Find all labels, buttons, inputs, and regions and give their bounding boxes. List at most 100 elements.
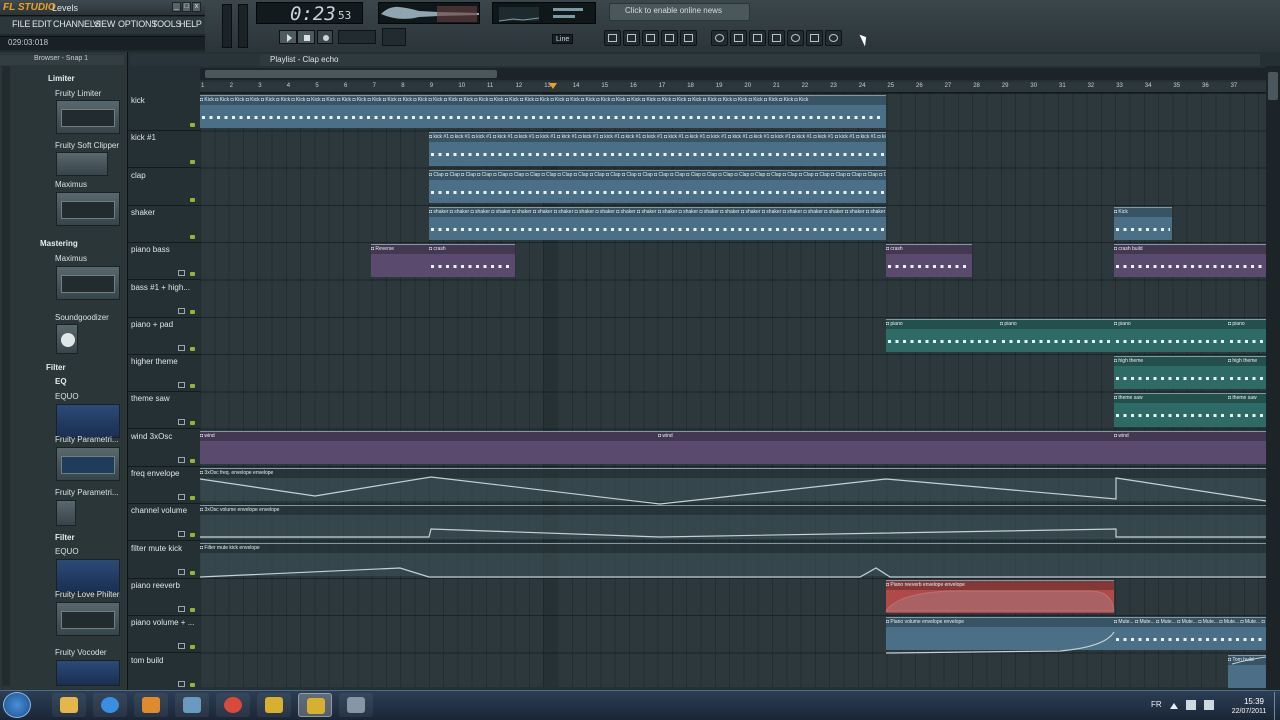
track-label[interactable]: clap — [131, 171, 146, 180]
clip-crash[interactable]: ◘ crash — [429, 244, 515, 278]
track-label[interactable]: piano bass — [131, 245, 170, 254]
track-mute-led[interactable] — [190, 421, 195, 426]
track-label[interactable]: piano volume + ... — [131, 618, 194, 627]
playlist-vscroll-thumb[interactable] — [1268, 72, 1278, 100]
track-mute-led[interactable] — [190, 645, 195, 650]
browser-folder-limiter[interactable]: Limiter — [48, 74, 75, 83]
menu-tools[interactable]: TOOLS — [152, 19, 182, 29]
record-button[interactable] — [317, 30, 333, 44]
browser-scrollbar[interactable] — [2, 66, 10, 686]
browser-item-soundgoodizer[interactable]: Soundgoodizer — [55, 313, 109, 322]
close-button[interactable]: x — [192, 2, 201, 12]
play-button[interactable] — [279, 30, 297, 44]
mixer-button[interactable] — [680, 30, 697, 46]
network-icon[interactable] — [1186, 700, 1196, 710]
track-mute-led[interactable] — [190, 682, 195, 687]
track-label[interactable]: tom build — [131, 656, 163, 665]
browser-item-equo[interactable]: EQUO — [55, 392, 79, 401]
track-mute-led[interactable] — [190, 309, 195, 314]
clip-clap[interactable]: ◘ Clap ◘ Clap ◘ Clap ◘ Clap ◘ Clap ◘ Cla… — [429, 169, 886, 203]
clip-kick[interactable]: ◘ Kick ◘ Kick ◘ Kick ◘ Kick ◘ Kick ◘ Kic… — [200, 95, 886, 129]
track-label[interactable]: filter mute kick — [131, 544, 182, 553]
clip-wind-3[interactable]: ◘ wind — [1114, 430, 1266, 464]
equo-thumb[interactable] — [56, 404, 120, 438]
song-position-marker[interactable] — [549, 83, 557, 89]
track-label[interactable]: bass #1 + high... — [131, 283, 190, 292]
track-mute-led[interactable] — [190, 346, 195, 351]
clip-crash-2[interactable]: ◘ crash — [886, 244, 972, 278]
fruity-love-philter-thumb[interactable] — [56, 602, 120, 636]
track-mute-led[interactable] — [190, 496, 195, 500]
track-mute-led[interactable] — [190, 607, 195, 612]
track-mute-led[interactable] — [190, 123, 195, 127]
fruity-parametric-2-thumb[interactable] — [56, 500, 76, 526]
tempo-display[interactable] — [338, 30, 376, 44]
playlist-scroll-thumb[interactable] — [205, 70, 497, 78]
fruity-vocoder-thumb[interactable] — [56, 660, 120, 686]
track-mute-led[interactable] — [190, 533, 195, 538]
maximize-button[interactable]: □ — [182, 2, 191, 12]
tools-button[interactable] — [768, 30, 785, 46]
track-mute-led[interactable] — [190, 197, 195, 202]
fruity-parametric-1-thumb[interactable] — [56, 447, 120, 481]
track-label[interactable]: kick #1 — [131, 133, 156, 142]
taskbar-fl-studio-2[interactable] — [298, 693, 332, 717]
soundgoodizer-thumb[interactable] — [56, 324, 78, 354]
clip-piano-2[interactable]: ◘ piano — [1000, 318, 1115, 353]
fruity-limiter-thumb[interactable] — [56, 100, 120, 134]
taskbar-app[interactable] — [175, 693, 209, 717]
track-label[interactable]: wind 3xOsc — [131, 432, 172, 441]
fruity-soft-clipper-thumb[interactable] — [56, 152, 108, 176]
master-volume-slider[interactable] — [222, 4, 232, 48]
maximus-thumb[interactable] — [56, 192, 120, 226]
track-mute-led[interactable] — [190, 384, 195, 389]
master-pitch-slider[interactable] — [238, 4, 248, 48]
browser-item-maximus[interactable]: Maximus — [55, 180, 87, 189]
track-label[interactable]: piano reeverb — [131, 581, 180, 590]
menu-view[interactable]: VIEW — [93, 19, 115, 29]
timeline-ruler[interactable] — [200, 82, 1266, 93]
clip-kick-1[interactable]: ◘ kick #1 ◘ kick #1 ◘ kick #1 ◘ kick #1 … — [429, 132, 886, 166]
browser-item-fruity-vocoder[interactable]: Fruity Vocoder — [55, 648, 107, 657]
speaker-icon[interactable] — [1204, 700, 1214, 710]
menu-help[interactable]: HELP — [179, 19, 202, 29]
start-button[interactable] — [3, 692, 31, 718]
taskbar-internet-explorer[interactable] — [93, 693, 127, 717]
browser-folder-filter-2[interactable]: Filter — [55, 533, 75, 542]
browser-folder-eq[interactable]: EQ — [55, 377, 67, 386]
minimize-button[interactable]: _ — [172, 2, 181, 12]
pattern-song-switch[interactable] — [382, 28, 406, 46]
clip-high-theme-1[interactable]: ◘ high theme — [1114, 356, 1229, 390]
clip-wind-2[interactable]: ◘ wind — [658, 430, 1114, 464]
track-mute-led[interactable] — [190, 160, 195, 165]
tray-clock-date[interactable]: 22/07/2011 — [1222, 708, 1276, 715]
step-sequencer-button[interactable] — [623, 30, 640, 46]
menu-file[interactable]: FILE — [12, 19, 30, 29]
track-mute-led[interactable] — [190, 234, 195, 239]
equo-2-thumb[interactable] — [56, 559, 120, 593]
track-label[interactable]: theme saw — [131, 394, 170, 403]
stop-button[interactable] — [297, 30, 315, 44]
clip-piano-4[interactable]: ◘ piano — [1228, 318, 1266, 353]
clip-wind-1[interactable]: ◘ wind — [200, 430, 658, 464]
menu-edit[interactable]: EDIT — [32, 19, 52, 29]
browser-item-fruity-limiter[interactable]: Fruity Limiter — [55, 89, 101, 98]
tray-expand-icon[interactable] — [1170, 701, 1178, 709]
clip-kick-end[interactable]: ◘ Kick — [1114, 206, 1172, 241]
search-button[interactable] — [787, 30, 804, 46]
browser-folder-filter[interactable]: Filter — [46, 363, 66, 372]
browser-item-fruity-parametric-2[interactable]: Fruity Parametri... — [55, 488, 119, 497]
clip-reverse[interactable]: ◘ Reverse — [371, 244, 429, 278]
browser-item-fruity-love-philter[interactable]: Fruity Love Philter — [55, 590, 119, 599]
taskbar-window[interactable] — [339, 693, 373, 717]
browser-item-fruity-soft-clipper[interactable]: Fruity Soft Clipper — [55, 141, 119, 150]
track-label[interactable]: channel volume — [131, 506, 187, 515]
track-mute-led[interactable] — [190, 272, 195, 277]
taskbar-fl-studio-1[interactable] — [257, 693, 291, 717]
clip-theme-saw-1[interactable]: ◘ theme saw — [1114, 393, 1229, 427]
browser-item-maximus-2[interactable]: Maximus — [55, 254, 87, 263]
maximus-2-thumb[interactable] — [56, 266, 120, 300]
taskbar-chrome[interactable] — [216, 693, 250, 717]
clip-piano-1[interactable]: ◘ piano — [886, 318, 1001, 353]
clip-high-theme-2[interactable]: ◘ high theme — [1228, 356, 1266, 390]
